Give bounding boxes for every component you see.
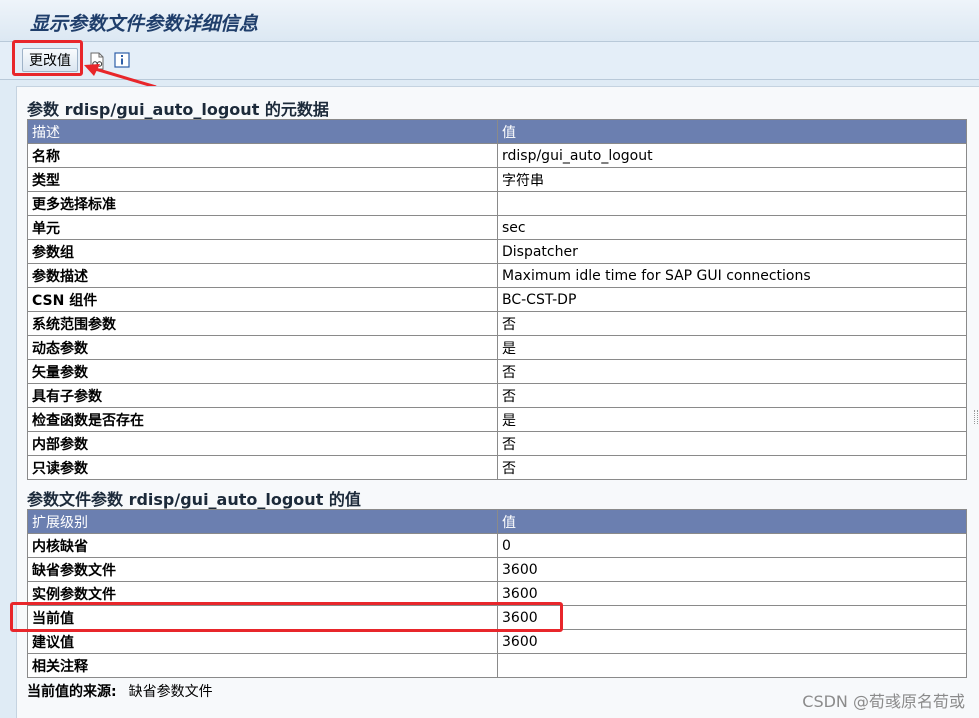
column-header: 值 (497, 509, 967, 534)
table-row: 相关注释 (27, 653, 967, 678)
window-title: 显示参数文件参数详细信息 (30, 13, 259, 35)
row-value[interactable]: 否 (497, 455, 967, 480)
column-header: 值 (497, 119, 967, 144)
row-value[interactable]: 3600 (497, 557, 967, 582)
table-row: 内部参数否 (27, 431, 967, 456)
column-header: 扩展级别 (27, 509, 498, 534)
table-row: 只读参数否 (27, 455, 967, 480)
row-value[interactable]: 否 (497, 311, 967, 336)
table-row: 矢量参数否 (27, 359, 967, 384)
row-label: 检查函数是否存在 (27, 407, 498, 432)
row-value[interactable]: Dispatcher (497, 239, 967, 264)
table-row: 参数组 Dispatcher (27, 239, 967, 264)
row-value[interactable]: 字符串 (497, 167, 967, 192)
table-row: 类型 字符串 (27, 167, 967, 192)
table-row: 缺省参数文件 3600 (27, 557, 967, 582)
table-row: 检查函数是否存在是 (27, 407, 967, 432)
row-label: 只读参数 (27, 455, 498, 480)
content-panel: 参数 rdisp/gui_auto_logout 的元数据 描述 值 名称 rdi… (16, 86, 979, 718)
row-value[interactable] (497, 653, 967, 678)
row-value[interactable]: 否 (497, 383, 967, 408)
row-label: 参数组 (27, 239, 498, 264)
table-row: 当前值 3600 (27, 605, 967, 630)
table-row: 动态参数是 (27, 335, 967, 360)
row-value[interactable]: 否 (497, 359, 967, 384)
change-value-button[interactable]: 更改值 (22, 48, 78, 72)
scrollbar-grip[interactable] (974, 410, 978, 424)
row-value[interactable]: 是 (497, 407, 967, 432)
table-row: 系统范围参数否 (27, 311, 967, 336)
row-value[interactable]: 0 (497, 533, 967, 558)
row-value[interactable]: Maximum idle time for SAP GUI connection… (497, 263, 967, 288)
values-section-title: 参数文件参数 rdisp/gui_auto_logout 的值 (27, 490, 361, 509)
column-header: 描述 (27, 119, 498, 144)
watermark: CSDN @荀彧原名荀或 (802, 692, 965, 711)
table-row: 内核缺省 0 (27, 533, 967, 558)
row-label: 相关注释 (27, 653, 498, 678)
row-label: 动态参数 (27, 335, 498, 360)
values-table: 扩展级别 值 内核缺省 0 缺省参数文件 3600 实例参数文件 3600 当前值 3600 建… (27, 509, 967, 678)
row-label: 名称 (27, 143, 498, 168)
row-value[interactable]: BC-CST-DP (497, 287, 967, 312)
row-label: 实例参数文件 (27, 581, 498, 606)
table-header-row: 描述 值 (27, 119, 967, 144)
table-row: 参数描述 Maximum idle time for SAP GUI connec… (27, 263, 967, 288)
table-row: CSN 组件 BC-CST-DP (27, 287, 967, 312)
row-label: 具有子参数 (27, 383, 498, 408)
metadata-section-title: 参数 rdisp/gui_auto_logout 的元数据 (27, 100, 329, 119)
table-row: 单元 sec (27, 215, 967, 240)
row-label: CSN 组件 (27, 287, 498, 312)
row-value[interactable]: sec (497, 215, 967, 240)
metadata-table: 描述 值 名称 rdisp/gui_auto_logout 类型 字符串 更多选择标准单… (27, 119, 967, 480)
title-bar: 显示参数文件参数详细信息 (0, 0, 979, 42)
row-label: 矢量参数 (27, 359, 498, 384)
row-label: 更多选择标准 (27, 191, 498, 216)
row-label: 参数描述 (27, 263, 498, 288)
table-row: 更多选择标准 (27, 191, 967, 216)
table-row: 建议值 3600 (27, 629, 967, 654)
row-label: 内部参数 (27, 431, 498, 456)
row-value[interactable]: 3600 (497, 605, 967, 630)
row-label: 类型 (27, 167, 498, 192)
table-header-row: 扩展级别 值 (27, 509, 967, 534)
source-value: 缺省参数文件 (128, 684, 213, 700)
row-value[interactable]: 否 (497, 431, 967, 456)
row-label: 建议值 (27, 629, 498, 654)
row-label: 单元 (27, 215, 498, 240)
row-value[interactable]: 3600 (497, 581, 967, 606)
row-value[interactable]: rdisp/gui_auto_logout (497, 143, 967, 168)
source-label: 当前值的来源: (27, 684, 117, 700)
row-label: 缺省参数文件 (27, 557, 498, 582)
table-row: 名称 rdisp/gui_auto_logout (27, 143, 967, 168)
current-value-source: 当前值的来源: 缺省参数文件 (27, 681, 213, 701)
table-row: 实例参数文件 3600 (27, 581, 967, 606)
row-label: 内核缺省 (27, 533, 498, 558)
table-row: 具有子参数否 (27, 383, 967, 408)
row-value[interactable]: 是 (497, 335, 967, 360)
row-label: 当前值 (27, 605, 498, 630)
row-value[interactable]: 3600 (497, 629, 967, 654)
row-value[interactable] (497, 191, 967, 216)
row-label: 系统范围参数 (27, 311, 498, 336)
